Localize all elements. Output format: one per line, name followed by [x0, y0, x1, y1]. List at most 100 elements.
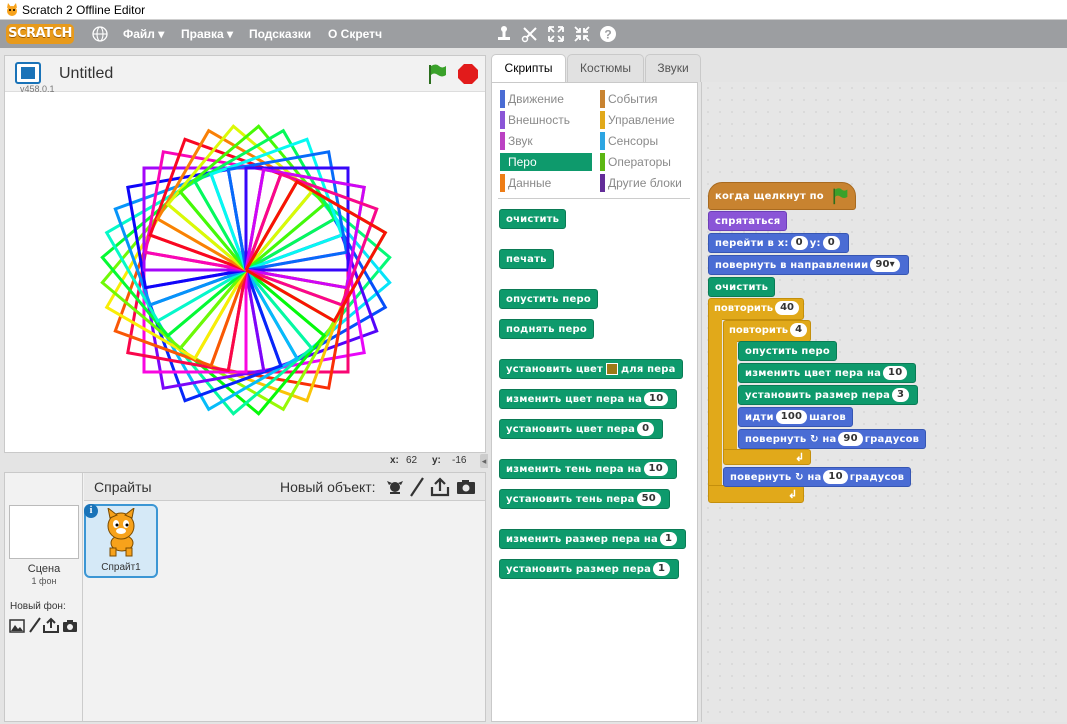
block-change-pen-color[interactable]: изменить цвет пера на 10	[738, 363, 917, 383]
block-set-pen-color[interactable]: установить цвет пера 0	[499, 419, 664, 439]
block-set-pen-shade[interactable]: установить тень пера 50	[499, 489, 670, 509]
collapse-stage-arrow-icon[interactable]: ◂	[480, 454, 488, 468]
presentation-mode-icon[interactable]	[15, 62, 41, 84]
direction-dropdown[interactable]: 90▾	[870, 258, 900, 272]
block-move-steps[interactable]: идти 100 шагов	[738, 407, 853, 427]
category-label: Движение	[508, 92, 564, 106]
category-item[interactable]: Управление	[600, 111, 692, 129]
number-input[interactable]: 1	[659, 532, 678, 546]
stage-thumbnail[interactable]	[9, 505, 79, 559]
backdrop-library-icon[interactable]	[9, 619, 25, 633]
number-input[interactable]: 10	[644, 392, 669, 406]
number-input[interactable]: 10	[823, 470, 848, 484]
category-color-bar	[600, 90, 605, 108]
menu-tips[interactable]: Подсказки	[249, 27, 311, 41]
menu-bar: SCRATCH Файл ▾ Правка ▾ Подсказки О Скре…	[0, 20, 1067, 48]
block-change-pen-color[interactable]: изменить цвет пера на 10	[499, 389, 678, 409]
block-when-flag-clicked[interactable]: когда щелкнут по	[708, 182, 856, 210]
category-label: Перо	[508, 155, 537, 169]
duplicate-stamp-icon[interactable]	[495, 25, 513, 43]
category-item[interactable]: Операторы	[600, 153, 692, 171]
stop-sign-icon[interactable]	[457, 63, 479, 85]
block-label: перейти в x:	[715, 238, 789, 249]
block-label: повернуть ↻ на	[730, 472, 822, 483]
menu-about[interactable]: О Скретч	[328, 27, 382, 41]
block-turn-right-outer[interactable]: повернуть ↻ на 10 градусов	[723, 467, 912, 487]
tab-costumes[interactable]: Костюмы	[567, 54, 644, 82]
block-label: установить цвет пера	[506, 424, 636, 435]
color-swatch[interactable]	[606, 363, 619, 375]
upload-backdrop-icon[interactable]	[43, 617, 59, 633]
block-turn-right-inner[interactable]: повернуть ↻ на 90 градусов	[738, 429, 927, 449]
block-pen-down[interactable]: опустить перо	[499, 289, 598, 309]
number-input[interactable]: 0	[822, 236, 840, 250]
stage-panel: Untitled v458.0.1	[4, 55, 486, 453]
help-icon[interactable]: ?	[599, 25, 617, 43]
block-change-pen-shade[interactable]: изменить тень пера на 10	[499, 459, 677, 479]
number-input[interactable]: 0	[637, 422, 655, 436]
category-item[interactable]: Сенсоры	[600, 132, 692, 150]
sprites-header: Спрайты Новый объект:	[84, 473, 485, 501]
block-label: установить размер пера	[745, 390, 891, 401]
block-label: повторить 4	[729, 322, 809, 340]
number-input[interactable]: 100	[775, 410, 808, 424]
scratch-logo[interactable]: SCRATCH	[6, 24, 74, 44]
scripts-area[interactable]: когда щелкнут по спрятаться перейти в x:…	[701, 82, 1067, 722]
number-input[interactable]: 4	[790, 323, 808, 337]
green-flag-icon[interactable]	[426, 63, 448, 85]
category-item[interactable]: События	[600, 90, 692, 108]
block-hide[interactable]: спрятаться	[708, 211, 788, 231]
number-input[interactable]: 0	[790, 236, 808, 250]
number-input[interactable]: 10	[883, 366, 908, 380]
block-clear[interactable]: очистить	[499, 209, 567, 229]
paint-sprite-icon[interactable]	[409, 477, 425, 497]
shrink-icon[interactable]	[573, 25, 591, 43]
block-point-in-direction[interactable]: повернуть в направлении 90▾	[708, 255, 909, 275]
block-label: печать	[506, 254, 547, 265]
project-title[interactable]: Untitled	[59, 65, 113, 83]
category-item[interactable]: Звук	[500, 132, 592, 150]
cut-scissors-icon[interactable]	[521, 25, 539, 43]
block-set-pen-color-swatch[interactable]: установить цвет для пера	[499, 359, 683, 379]
category-color-bar	[500, 153, 505, 171]
block-set-pen-size[interactable]: установить размер пера 3	[738, 385, 919, 405]
category-item[interactable]: Перо	[500, 153, 592, 171]
sprite-library-icon[interactable]	[385, 477, 405, 497]
category-color-bar	[500, 174, 505, 192]
upload-sprite-icon[interactable]	[430, 477, 450, 497]
menu-edit[interactable]: Правка ▾	[181, 27, 233, 41]
stage-canvas[interactable]	[5, 92, 485, 452]
category-item[interactable]: Другие блоки	[600, 174, 692, 192]
camera-sprite-icon[interactable]	[456, 479, 476, 495]
tab-scripts[interactable]: Скрипты	[491, 54, 566, 82]
number-input[interactable]: 3	[892, 388, 910, 402]
number-input[interactable]: 1	[653, 562, 671, 576]
paint-backdrop-icon[interactable]	[28, 617, 42, 633]
number-input[interactable]: 10	[643, 462, 668, 476]
block-set-pen-size[interactable]: установить размер пера 1	[499, 559, 680, 579]
block-pen-down[interactable]: опустить перо	[738, 341, 837, 361]
block-change-pen-size[interactable]: изменить размер пера на 1	[499, 529, 687, 549]
number-input[interactable]: 40	[775, 301, 799, 315]
category-label: Сенсоры	[608, 134, 659, 148]
category-item[interactable]: Данные	[500, 174, 592, 192]
sprite-thumbnail[interactable]: Спрайт1 i	[84, 504, 158, 578]
globe-language-icon[interactable]	[92, 26, 108, 42]
sprites-panel: Сцена 1 фон Новый фон: Спрайты Новый объ…	[4, 472, 486, 722]
svg-text:?: ?	[604, 28, 611, 42]
tab-sounds[interactable]: Звуки	[645, 54, 701, 82]
block-stamp[interactable]: печать	[499, 249, 554, 269]
category-color-bar	[500, 132, 505, 150]
number-input[interactable]: 50	[636, 492, 661, 506]
block-go-to-xy[interactable]: перейти в x: 0 y: 0	[708, 233, 849, 253]
camera-backdrop-icon[interactable]	[62, 619, 78, 633]
category-item[interactable]: Внешность	[500, 111, 592, 129]
block-clear[interactable]: очистить	[708, 277, 776, 297]
grow-icon[interactable]	[547, 25, 565, 43]
category-item[interactable]: Движение	[500, 90, 592, 108]
block-pen-up[interactable]: поднять перо	[499, 319, 594, 339]
number-input[interactable]: 90	[838, 432, 863, 446]
category-label: Звук	[508, 134, 533, 148]
sprite-info-icon[interactable]: i	[84, 504, 98, 518]
menu-file[interactable]: Файл ▾	[123, 27, 164, 41]
